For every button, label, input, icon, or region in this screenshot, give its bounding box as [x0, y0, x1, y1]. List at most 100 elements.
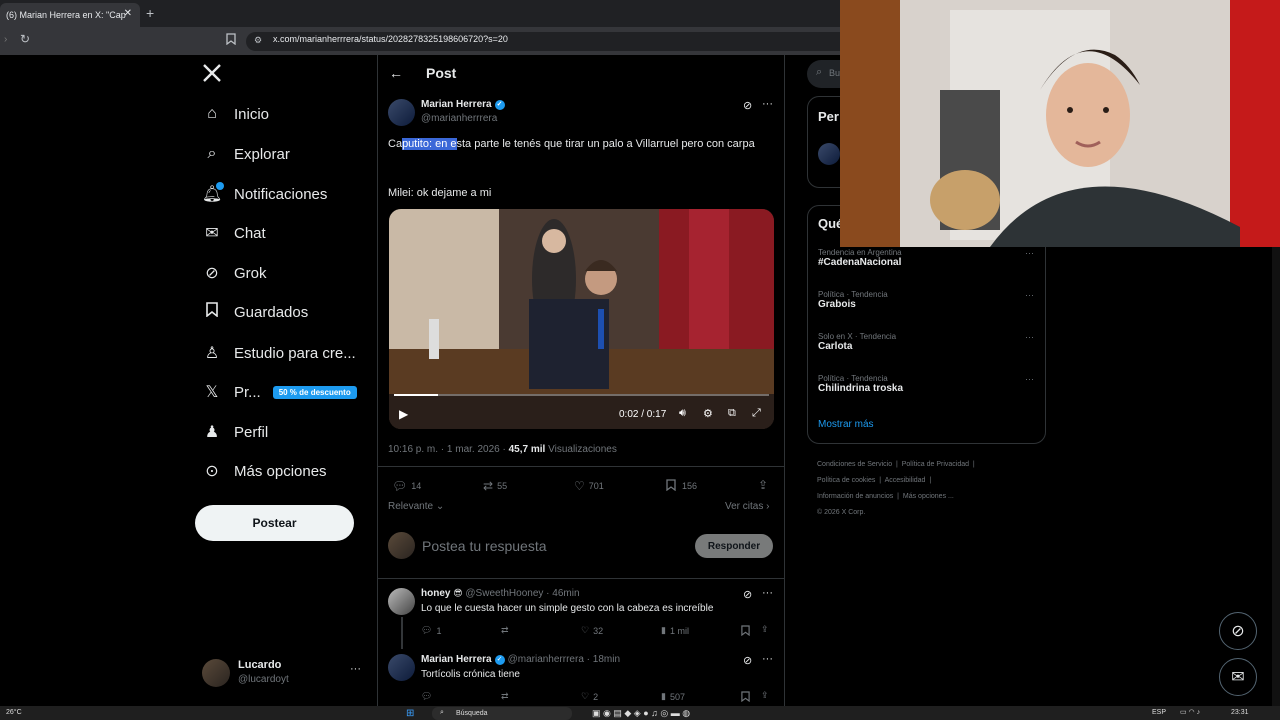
trend-item[interactable]: Tendencia en Argentina #CadenaNacional ·…: [818, 248, 1038, 268]
nav-mas-opciones[interactable]: ⊙ Más opciones: [200, 459, 326, 483]
footer-link[interactable]: Política de Privacidad: [902, 461, 969, 468]
reply-input[interactable]: Postea tu respuesta: [422, 538, 547, 554]
repost-action[interactable]: ⇄: [501, 625, 509, 636]
reply-avatar[interactable]: [388, 654, 415, 681]
views-label: Visualizaciones: [545, 444, 617, 455]
trend-item[interactable]: Política · Tendencia Chilindrina troska …: [818, 374, 1038, 394]
nav-perfil[interactable]: ♟ Perfil: [200, 420, 268, 444]
nav-label: Guardados: [234, 303, 309, 321]
footer-link[interactable]: Política de cookies: [817, 477, 875, 484]
like-action[interactable]: ♡ 32: [581, 625, 603, 636]
repost-action[interactable]: ⇄: [501, 691, 509, 702]
repost-icon: ⇄: [483, 479, 494, 493]
nav-chat[interactable]: ✉ Chat: [200, 221, 265, 245]
footer-links: Condiciones de Servicio | Política de Pr…: [817, 461, 975, 516]
play-icon[interactable]: ▶: [399, 407, 408, 421]
more-dots-icon[interactable]: ···: [762, 653, 773, 665]
more-dots-icon[interactable]: ···: [1025, 248, 1034, 258]
reply-header: Marian Herrera ✓ @marianherrrera · 18min: [421, 654, 620, 665]
sort-dropdown[interactable]: Relevante ⌄: [388, 501, 444, 512]
reply-author[interactable]: honey: [421, 588, 450, 599]
share-icon[interactable]: ⇪: [761, 624, 769, 635]
grok-explain-icon[interactable]: ⊘: [743, 99, 752, 112]
author-avatar[interactable]: [388, 99, 415, 126]
url-text[interactable]: x.com/marianherrrera/status/202827832519…: [273, 34, 508, 44]
reply-action[interactable]: 💬︎: [421, 691, 432, 702]
nav-premium[interactable]: 𝕏 Pr... 50 % de descuento: [200, 380, 357, 404]
weather-text[interactable]: 26°C: [6, 709, 22, 716]
close-tab-icon[interactable]: ✕: [124, 8, 132, 19]
nav-label: Notificaciones: [234, 185, 328, 203]
nav-explorar[interactable]: ⌕ Explorar: [200, 142, 290, 166]
taskbar: 26°C ⊞ ⌕ Búsqueda ▣ ◉ ▤ ◆ ◈ ● ♫ ◎ ▬ ◍ ES…: [0, 706, 1280, 720]
messages-fab-button[interactable]: ✉: [1219, 658, 1257, 696]
footer-link[interactable]: Accesibilidad: [885, 477, 926, 484]
verified-badge-icon: ✓: [494, 654, 505, 665]
author-handle[interactable]: @marianherrrera: [421, 113, 497, 124]
windows-start-icon[interactable]: ⊞: [406, 708, 420, 719]
clock[interactable]: 23:31: [1231, 709, 1249, 716]
language-indicator[interactable]: ESP: [1152, 709, 1166, 716]
views-action[interactable]: ▮ 1 mil: [661, 625, 689, 636]
grok-fab-button[interactable]: ⊘: [1219, 612, 1257, 650]
reply-action[interactable]: 💬︎ 14: [392, 479, 421, 493]
taskbar-search[interactable]: ⌕ Búsqueda: [432, 707, 572, 720]
picture-in-picture-icon[interactable]: ⧉: [728, 407, 736, 420]
reload-icon[interactable]: ↻: [20, 32, 30, 46]
like-action[interactable]: ♡ 2: [581, 691, 598, 702]
footer-link[interactable]: Condiciones de Servicio: [817, 461, 892, 468]
video-player[interactable]: ▶ 0:02 / 0:17 🔊︎ ⚙ ⧉ ⤢: [389, 209, 774, 429]
more-dots-icon[interactable]: ···: [1025, 332, 1034, 342]
views-count: 1 mil: [669, 625, 689, 636]
scrollbar[interactable]: [1272, 247, 1280, 706]
more-dots-icon[interactable]: ···: [762, 98, 773, 110]
grok-explain-icon[interactable]: ⊘: [743, 654, 752, 667]
bookmark-action[interactable]: 156: [666, 479, 697, 493]
site-info-icon[interactable]: ⚙: [254, 35, 262, 46]
nav-grok[interactable]: ⊘ Grok: [200, 261, 266, 285]
grok-explain-icon[interactable]: ⊘: [743, 588, 752, 601]
views-action[interactable]: ▮ 507: [661, 691, 685, 702]
reply-action[interactable]: 💬︎ 1: [421, 625, 441, 636]
share-icon[interactable]: ⇪: [758, 478, 768, 492]
reply-avatar[interactable]: [388, 588, 415, 615]
reply-header: honey 😎︎ @SweethHooney · 46min: [421, 588, 580, 599]
author-name-row[interactable]: Marian Herrera ✓: [421, 99, 505, 110]
more-dots-icon[interactable]: ···: [1025, 290, 1034, 300]
bookmark-icon[interactable]: [741, 691, 750, 702]
search-placeholder: Bu: [829, 68, 841, 78]
more-dots-icon[interactable]: ···: [350, 663, 361, 675]
trend-item[interactable]: Solo en X · Tendencia Carlota ···: [818, 332, 1038, 352]
bookmark-star-icon[interactable]: [226, 33, 236, 48]
like-action[interactable]: ♡ 701: [574, 479, 604, 493]
settings-gear-icon[interactable]: ⚙: [703, 407, 713, 420]
browser-tab[interactable]: (6) Marian Herrera en X: "Cap ✕: [0, 3, 140, 27]
account-switcher[interactable]: Lucardo @lucardoyt ···: [202, 657, 362, 689]
video-progress-track[interactable]: [394, 394, 769, 396]
nav-notificaciones[interactable]: 🔔︎ Notificaciones: [200, 182, 327, 206]
more-dots-icon[interactable]: ···: [1025, 374, 1034, 384]
reply-button[interactable]: Responder: [695, 534, 773, 558]
post-button[interactable]: Postear: [195, 505, 354, 541]
reply-author[interactable]: Marian Herrera: [421, 654, 492, 665]
nav-guardados[interactable]: Guardados: [200, 300, 308, 324]
trend-item[interactable]: Política · Tendencia Grabois ···: [818, 290, 1038, 310]
back-arrow-icon[interactable]: ←: [389, 65, 403, 81]
taskbar-apps-icon[interactable]: ▣ ◉ ▤ ◆ ◈ ● ♫ ◎ ▬ ◍: [592, 708, 690, 719]
footer-link[interactable]: Información de anuncios: [817, 493, 893, 500]
quotes-link[interactable]: Ver citas ›: [725, 501, 769, 512]
fullscreen-icon[interactable]: ⤢: [752, 407, 761, 420]
x-logo-icon[interactable]: [202, 63, 222, 88]
new-tab-icon[interactable]: +: [146, 5, 154, 21]
system-tray-icon[interactable]: ▭ ◠ ♪: [1180, 708, 1200, 716]
forward-icon[interactable]: ›: [4, 34, 7, 45]
nav-inicio[interactable]: ⌂ Inicio: [200, 102, 269, 126]
bookmark-icon[interactable]: [741, 625, 750, 636]
more-dots-icon[interactable]: ···: [762, 587, 773, 599]
volume-icon[interactable]: 🔊︎: [679, 407, 686, 420]
footer-link[interactable]: Más opciones ...: [903, 493, 954, 500]
nav-estudio[interactable]: ♙ Estudio para cre...: [200, 341, 356, 365]
show-more-link[interactable]: Mostrar más: [818, 419, 874, 430]
repost-action[interactable]: ⇄ 55: [483, 479, 507, 493]
share-icon[interactable]: ⇪: [761, 690, 769, 701]
